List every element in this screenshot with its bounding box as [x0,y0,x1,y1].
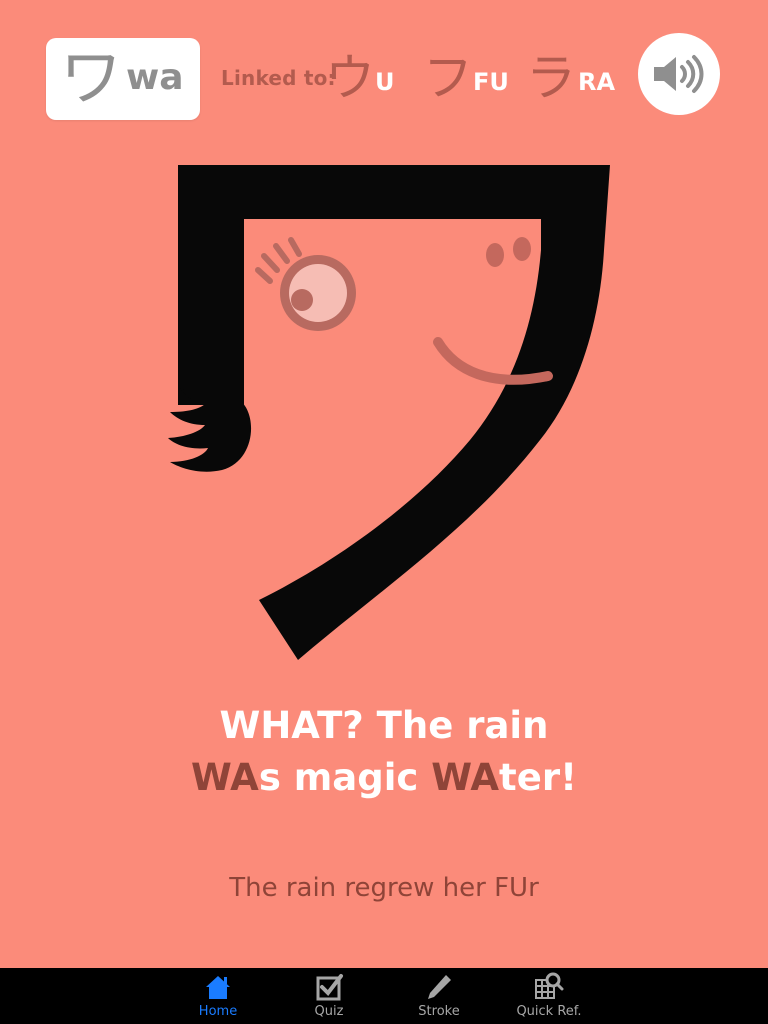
checkbox-icon [316,974,343,1001]
grid-search-icon [535,972,564,999]
tab-stroke[interactable]: Stroke [389,968,489,1024]
linked-kana-fu[interactable]: フ [423,50,473,106]
linked-romaji-u: U [375,68,395,96]
card-kana: ワ [60,41,123,114]
mnemonic-part: WA [191,756,259,799]
tab-label: Home [198,1004,238,1019]
mnemonic-part: s magic [258,756,432,799]
tab-home[interactable]: Home [168,968,268,1024]
mnemonic-part: ter! [499,756,577,799]
pencil-icon [428,975,451,999]
tab-bar: Home Quiz Stroke Quick Ref. [0,968,768,1024]
tab-label: Quick Ref. [516,1004,582,1019]
home-icon [206,976,230,999]
play-sound-button[interactable] [638,33,720,115]
tab-quick-ref[interactable]: Quick Ref. [499,968,599,1024]
linked-kana-ra[interactable]: ラ [526,50,576,106]
mnemonic-line-2: WAs magic WAter! [0,756,768,799]
mnemonic-part: WA [431,756,500,799]
linked-kana-u[interactable]: ウ [325,50,375,106]
tab-quiz[interactable]: Quiz [279,968,379,1024]
linked-romaji-fu: FU [473,68,509,96]
linked-label: Linked to: [221,66,336,90]
current-kana-card[interactable]: ワ wa [46,38,200,120]
eye-icon [255,237,356,331]
mnemonic-line-1: WHAT? The rain [219,704,549,747]
speaker-icon [654,55,704,93]
tab-label: Quiz [314,1004,344,1019]
cheek-dot [486,243,504,267]
tab-label: Stroke [418,1004,460,1019]
card-romaji: wa [126,57,184,98]
cheek-dot [513,237,531,261]
mnemonic-subtext: The rain regrew her FUr [229,873,539,903]
linked-romaji-ra: RA [578,68,616,96]
linked-kana-row: Linked to: ウ U フ FU ラ RA [221,48,621,108]
